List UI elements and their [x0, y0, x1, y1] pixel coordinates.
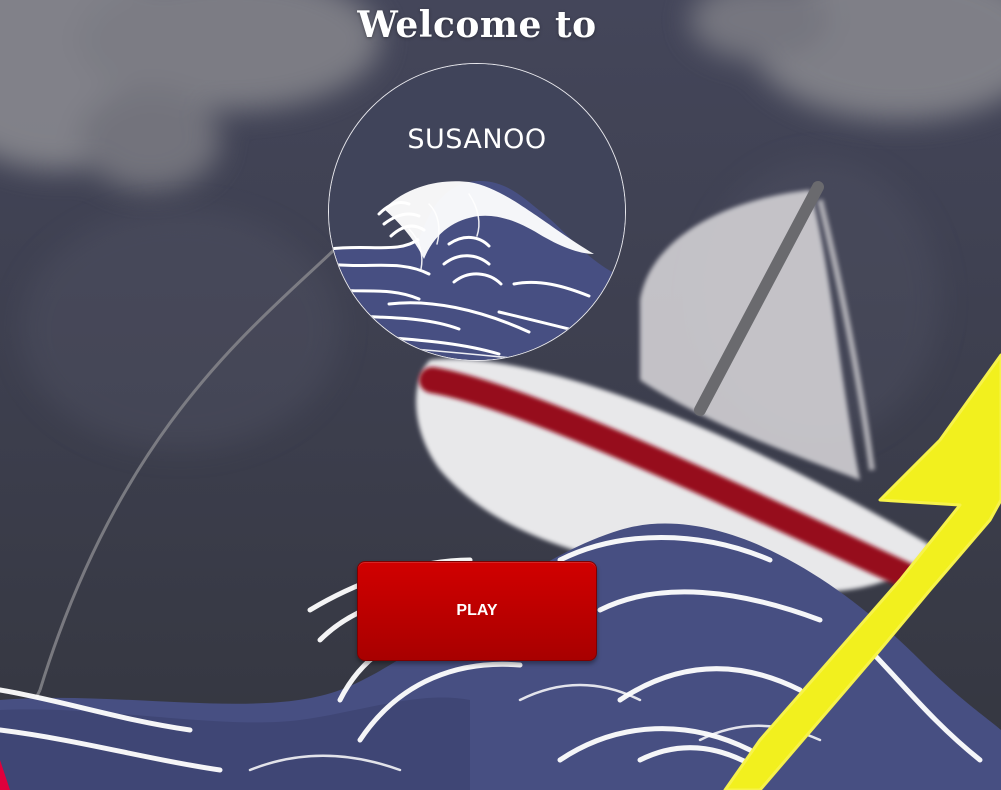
game-title: SUSANOO — [407, 124, 547, 155]
game-start-screen: Welcome to SUSANOO PLAY — [0, 0, 1001, 790]
great-wave-icon — [329, 64, 625, 360]
game-logo: SUSANOO — [328, 63, 626, 361]
play-button[interactable]: PLAY — [357, 561, 597, 661]
welcome-heading: Welcome to — [357, 4, 597, 46]
